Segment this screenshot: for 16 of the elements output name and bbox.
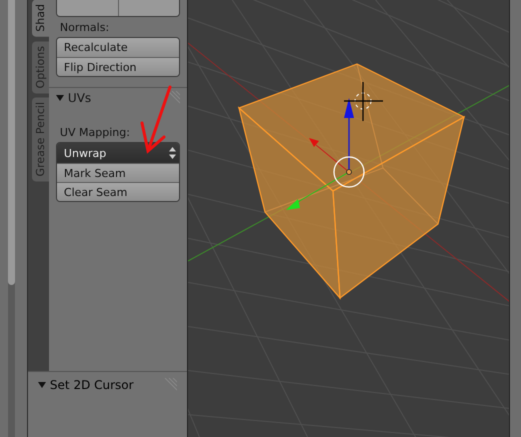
up-down-arrows-icon (169, 147, 176, 159)
collapse-triangle-icon[interactable] (38, 381, 46, 389)
normals-label: Normals: (60, 21, 110, 34)
seam-button[interactable]: Clear Seam (56, 182, 180, 201)
uv-mapping-dropdown[interactable]: Unwrap (56, 143, 180, 163)
normals-button[interactable]: Flip Direction (56, 57, 180, 76)
uv-mapping-label: UV Mapping: (60, 126, 131, 139)
scrollbar-thumb[interactable] (8, 0, 15, 285)
normals-button[interactable]: Recalculate (56, 38, 180, 57)
collapse-triangle-icon[interactable] (56, 94, 64, 102)
panel-title[interactable]: Set 2D Cursor (50, 378, 134, 392)
shading-buttons[interactable] (56, 0, 180, 17)
3d-viewport-drawing[interactable] (188, 0, 510, 437)
seam-button[interactable]: Mark Seam (56, 163, 180, 182)
side-tab[interactable]: Shad (32, 0, 49, 37)
panel-title[interactable]: UVs (68, 91, 92, 105)
